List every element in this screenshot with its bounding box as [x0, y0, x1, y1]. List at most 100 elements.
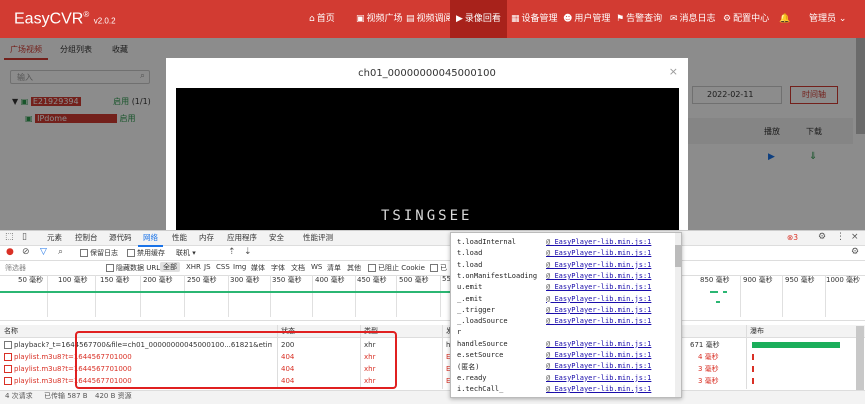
call-stack-function: t.loadInternal — [457, 238, 517, 246]
tick-line — [47, 275, 48, 317]
call-stack-source-link[interactable]: @ EasyPlayer-lib.min.js:1 — [546, 295, 651, 303]
tab-console[interactable]: 控制台 — [70, 231, 103, 245]
transferred-size: 已传输 587 B — [44, 392, 88, 400]
call-stack-source-link[interactable]: @ EasyPlayer-lib.min.js:1 — [546, 261, 651, 269]
tick-line — [184, 275, 185, 317]
call-stack-function: u.emit — [457, 283, 483, 292]
tab-performance[interactable]: 性能 — [167, 231, 192, 245]
nav-message[interactable]: ✉ 消息日志 — [664, 0, 722, 38]
gear-icon[interactable]: ⚙ — [818, 232, 826, 242]
nav-device[interactable]: ▦ 设备管理 — [505, 0, 564, 38]
hide-data-urls-checkbox[interactable]: 隐藏数据 URL — [106, 263, 160, 273]
config-icon: ⚙ — [723, 14, 732, 24]
blocked-requests-checkbox[interactable]: 已 — [430, 263, 447, 273]
call-stack-source-link[interactable]: @ EasyPlayer-lib.min.js:1 — [546, 272, 651, 280]
call-stack-function: e.ready — [457, 373, 487, 382]
export-icon[interactable]: ⇣ — [244, 247, 252, 257]
playback-modal: ch01_00000000045000100 × TSINGSEE — [166, 58, 688, 230]
call-stack-function: _.emit — [457, 294, 483, 303]
call-stack-function: _.loadSource — [457, 317, 508, 326]
highlight-box — [75, 331, 397, 389]
clear-icon[interactable]: ⊘ — [22, 247, 30, 257]
call-stack-source-link[interactable]: @ EasyPlayer-lib.min.js:1 — [546, 249, 651, 257]
type-filter-img[interactable]: Img — [233, 263, 246, 271]
type-filter-css[interactable]: CSS — [216, 263, 230, 271]
tick-label: 100 毫秒 — [58, 276, 88, 284]
network-settings-icon[interactable]: ⚙ — [851, 247, 859, 257]
search-icon[interactable]: ⌕ — [58, 247, 63, 257]
table-scrollbar[interactable] — [856, 326, 864, 390]
video-player[interactable]: TSINGSEE — [176, 88, 679, 230]
type-filter-xhr[interactable]: XHR — [186, 263, 201, 271]
close-icon[interactable]: × — [851, 232, 859, 242]
type-filter-doc[interactable]: 文档 — [291, 263, 305, 273]
tick-label: 350 毫秒 — [272, 276, 302, 284]
call-stack-source-link[interactable]: @ EasyPlayer-lib.min.js:1 — [546, 340, 651, 348]
call-stack-source-link[interactable]: @ EasyPlayer-lib.min.js:1 — [546, 317, 651, 325]
type-filter-ws[interactable]: WS — [311, 263, 322, 271]
call-stack-function: handleSource — [457, 339, 508, 348]
call-stack-source-link[interactable]: @ EasyPlayer-lib.min.js:1 — [546, 238, 651, 246]
error-badge[interactable]: ⊗3 — [787, 233, 798, 242]
call-stack-source-link[interactable]: @ EasyPlayer-lib.min.js:1 — [546, 374, 651, 382]
type-filter-font[interactable]: 字体 — [271, 263, 285, 273]
call-stack-function: i.techCall_ — [457, 384, 504, 393]
waterfall-bar — [752, 366, 754, 372]
tick-line — [440, 275, 441, 317]
tick-label: 450 毫秒 — [357, 276, 387, 284]
modal-title: ch01_00000000045000100 — [358, 68, 496, 79]
nav-config[interactable]: ⚙ 配置中心 — [717, 0, 775, 38]
nav-home[interactable]: ⌂ 首页 — [303, 0, 341, 38]
message-icon: ✉ — [670, 14, 678, 24]
call-stack-source-link[interactable]: @ EasyPlayer-lib.min.js:1 — [546, 351, 651, 359]
app-logo[interactable]: EasyCVR® v2.0.2 — [14, 10, 116, 28]
type-filter-js[interactable]: JS — [204, 263, 211, 271]
tab-elements[interactable]: 元素 — [42, 231, 67, 245]
call-stack-source-link[interactable]: @ EasyPlayer-lib.min.js:1 — [546, 306, 651, 314]
more-icon[interactable]: ⋮ — [836, 232, 845, 242]
tick-label: 850 毫秒 — [700, 276, 730, 284]
disable-cache-checkbox[interactable]: 禁用缓存 — [127, 248, 165, 258]
preserve-log-checkbox[interactable]: 保留日志 — [80, 248, 118, 258]
type-filter-other[interactable]: 其他 — [347, 263, 361, 273]
record-icon[interactable]: ● — [6, 247, 14, 257]
alarm-icon: ⚑ — [616, 14, 625, 24]
timeline-activity-bar — [710, 291, 718, 293]
user-menu[interactable]: 管理员 ⌄ — [803, 0, 852, 38]
playback-icon: ▶ — [456, 14, 463, 24]
type-filter-media[interactable]: 媒体 — [251, 263, 265, 273]
tab-lighthouse[interactable]: 性能评测 — [298, 231, 338, 245]
type-filter-all[interactable]: 全部 — [160, 262, 180, 272]
type-filter-manifest[interactable]: 清单 — [327, 263, 341, 273]
tab-application[interactable]: 应用程序 — [222, 231, 262, 245]
call-stack-source-link[interactable]: @ EasyPlayer-lib.min.js:1 — [546, 362, 651, 370]
throttle-select[interactable]: 联机 ▾ — [176, 248, 196, 258]
filter-input[interactable]: 筛选器 — [5, 263, 26, 273]
blocked-cookies-checkbox[interactable]: 已阻止 Cookie — [368, 263, 425, 273]
tick-label: 900 毫秒 — [743, 276, 773, 284]
import-icon[interactable]: ⇡ — [228, 247, 236, 257]
tick-label: 150 毫秒 — [100, 276, 130, 284]
close-icon[interactable]: × — [669, 65, 678, 78]
waterfall-bar — [752, 378, 754, 384]
nav-playback[interactable]: ▶ 录像回看 — [450, 0, 507, 38]
call-stack-source-link[interactable]: @ EasyPlayer-lib.min.js:1 — [546, 283, 651, 291]
tab-network[interactable]: 网络 — [138, 231, 163, 247]
nav-user[interactable]: ☻ 用户管理 — [557, 0, 616, 38]
nav-alarm[interactable]: ⚑ 告警查询 — [610, 0, 668, 38]
filter-icon[interactable]: ▽ — [40, 247, 47, 257]
inspect-icon[interactable]: ⬚ — [5, 232, 14, 242]
device-toggle-icon[interactable]: ▯ — [22, 232, 27, 242]
tick-label: 200 毫秒 — [143, 276, 173, 284]
col-name[interactable]: 名称 — [4, 326, 18, 336]
col-waterfall[interactable]: 瀑布 — [750, 326, 764, 336]
call-stack-source-link[interactable]: @ EasyPlayer-lib.min.js:1 — [546, 385, 651, 393]
call-stack-function: t.load — [457, 249, 483, 258]
tick-line — [396, 275, 397, 317]
tab-sources[interactable]: 源代码 — [104, 231, 137, 245]
tab-security[interactable]: 安全 — [264, 231, 289, 245]
popup-scrollbar[interactable] — [675, 233, 681, 397]
tab-memory[interactable]: 内存 — [194, 231, 219, 245]
tick-line — [312, 275, 313, 317]
bell-icon[interactable]: 🔔 — [773, 0, 796, 38]
